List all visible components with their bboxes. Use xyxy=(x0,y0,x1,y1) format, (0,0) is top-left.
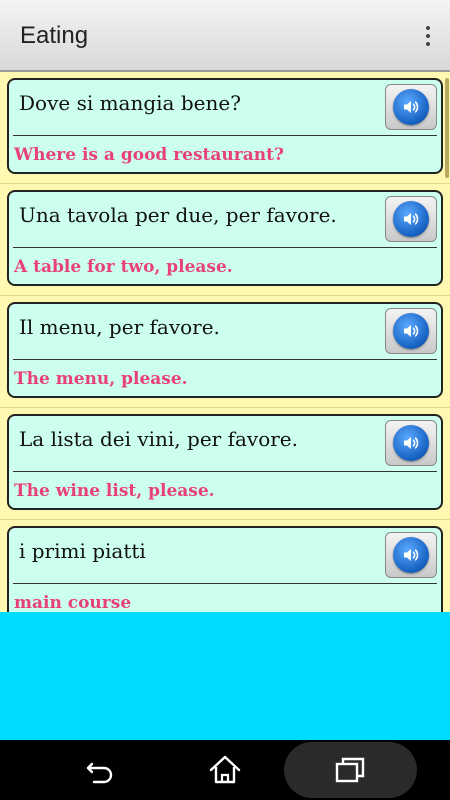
phrase-text: Il menu, per favore. xyxy=(19,315,220,339)
divider xyxy=(13,583,437,584)
list-item[interactable]: Una tavola per due, per favore. A table … xyxy=(0,184,450,296)
scrollbar[interactable] xyxy=(445,78,449,178)
speaker-icon xyxy=(393,89,429,125)
back-icon[interactable] xyxy=(80,750,120,790)
phrase-text: La lista dei vini, per favore. xyxy=(19,427,298,451)
translation-text: The wine list, please. xyxy=(14,481,215,501)
divider xyxy=(13,471,437,472)
divider xyxy=(13,247,437,248)
recent-apps-icon[interactable] xyxy=(330,750,370,790)
phrase-text: Dove si mangia bene? xyxy=(19,91,241,115)
more-vert-icon[interactable] xyxy=(422,26,434,50)
translation-text: A table for two, please. xyxy=(14,257,233,277)
divider xyxy=(13,135,437,136)
speak-button[interactable] xyxy=(385,196,437,242)
speak-button[interactable] xyxy=(385,308,437,354)
divider xyxy=(13,359,437,360)
phrase-card: i primi piatti main course xyxy=(7,526,443,612)
translation-text: main course xyxy=(14,593,132,612)
speaker-icon xyxy=(393,425,429,461)
phrase-card: Dove si mangia bene? Where is a good res… xyxy=(7,78,443,174)
speaker-icon xyxy=(393,313,429,349)
speaker-icon xyxy=(393,537,429,573)
speak-button[interactable] xyxy=(385,84,437,130)
list-item[interactable]: Dove si mangia bene? Where is a good res… xyxy=(0,72,450,184)
home-icon[interactable] xyxy=(205,750,245,790)
list-item[interactable]: La lista dei vini, per favore. The wine … xyxy=(0,408,450,520)
action-bar: Eating xyxy=(0,0,450,72)
ad-banner[interactable] xyxy=(0,612,450,740)
phrase-card: Una tavola per due, per favore. A table … xyxy=(7,190,443,286)
phrase-list[interactable]: Dove si mangia bene? Where is a good res… xyxy=(0,72,450,612)
page-title: Eating xyxy=(20,22,89,49)
speaker-icon xyxy=(393,201,429,237)
phrase-text: i primi piatti xyxy=(19,539,146,563)
speak-button[interactable] xyxy=(385,420,437,466)
translation-text: Where is a good restaurant? xyxy=(14,145,284,165)
list-item[interactable]: i primi piatti main course xyxy=(0,520,450,612)
list-item[interactable]: Il menu, per favore. The menu, please. xyxy=(0,296,450,408)
translation-text: The menu, please. xyxy=(14,369,188,389)
phrase-card: La lista dei vini, per favore. The wine … xyxy=(7,414,443,510)
navigation-bar xyxy=(0,740,450,800)
phrase-card: Il menu, per favore. The menu, please. xyxy=(7,302,443,398)
phrase-text: Una tavola per due, per favore. xyxy=(19,203,337,227)
app-root: Eating Dove si mangia bene? Where is a g… xyxy=(0,0,450,800)
speak-button[interactable] xyxy=(385,532,437,578)
